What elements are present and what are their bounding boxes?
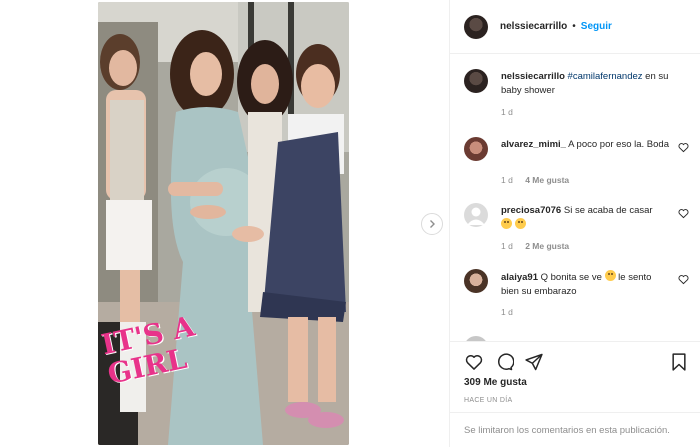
caption-username[interactable]: nelssiecarrillo xyxy=(501,71,565,82)
default-avatar-icon xyxy=(467,207,485,225)
action-icons xyxy=(464,352,689,372)
comment-item: alaiya91 Q bonita se ve le sento bien su… xyxy=(464,269,689,329)
caption-time: 1 d xyxy=(501,107,513,117)
comment-text: preciosa7076 Si se acaba de casar xyxy=(501,204,671,233)
star-eyes-emoji-icon xyxy=(604,270,616,281)
caption-hashtag[interactable]: #camilafernandez xyxy=(568,71,643,82)
like-comment-heart-icon[interactable] xyxy=(678,208,689,219)
like-comment-heart-icon[interactable] xyxy=(678,142,689,153)
caption-text: nelssiecarrillo #camilafernandez en su b… xyxy=(501,70,671,98)
post-photo[interactable]: IT'S A GIRL xyxy=(98,2,349,445)
next-photo-button[interactable] xyxy=(421,213,443,235)
comment-text: alaiya91 Q bonita se ve le sento bien su… xyxy=(501,270,671,299)
comment-meta: 1 d 4 Me gusta xyxy=(501,175,579,185)
avatar[interactable] xyxy=(464,69,488,93)
comment-time: 1 d xyxy=(501,307,513,317)
paper-plane-icon[interactable] xyxy=(524,352,544,372)
comment-body: Q bonita se ve xyxy=(540,272,602,283)
chevron-right-icon xyxy=(430,220,435,228)
comment-time: 1 d xyxy=(501,241,513,251)
post-header: nelssiecarrillo • Seguir xyxy=(450,0,700,54)
caption-item: nelssiecarrillo #camilafernandez en su b… xyxy=(464,69,689,125)
follow-button[interactable]: Seguir xyxy=(581,21,612,32)
actions-bar: 309 Me gusta HACE UN DÍA Se limitaron lo… xyxy=(450,341,700,447)
header-username[interactable]: nelssiecarrillo xyxy=(500,21,567,32)
comment-meta: 1 d 2 Me gusta xyxy=(501,241,579,251)
comment-username[interactable]: alaiya91 xyxy=(501,272,538,283)
avatar[interactable] xyxy=(464,203,488,227)
comment-text: alvarez_mimi_ A poco por eso la. Boda xyxy=(501,138,671,152)
comment-body: Si se acaba de casar xyxy=(563,205,653,216)
media-area: IT'S A GIRL xyxy=(0,0,449,447)
avatar[interactable] xyxy=(464,14,488,39)
posted-time[interactable]: HACE UN DÍA xyxy=(464,397,512,404)
thinking-emoji-icon xyxy=(514,218,526,229)
comment-item: alvarez_mimi_ A poco por eso la. Boda 1 … xyxy=(464,137,689,193)
heart-icon[interactable] xyxy=(464,352,484,372)
avatar[interactable] xyxy=(464,269,488,293)
separator-dot: • xyxy=(572,21,576,32)
comment-username[interactable]: alvarez_mimi_ xyxy=(501,139,566,150)
comments-closed-notice: Se limitaron los comentarios en esta pub… xyxy=(450,412,700,447)
comment-meta: 1 d xyxy=(501,307,523,317)
comments-list[interactable]: nelssiecarrillo #camilafernandez en su b… xyxy=(450,55,700,341)
avatar[interactable] xyxy=(464,137,488,161)
comment-likes[interactable]: 4 Me gusta xyxy=(525,175,569,185)
post-sidebar: nelssiecarrillo • Seguir nelssiecarrillo… xyxy=(449,0,700,447)
thinking-emoji-icon xyxy=(501,218,512,229)
instagram-post-window: IT'S A GIRL nelssiecarrillo • Seguir nel… xyxy=(0,0,700,447)
comment-username[interactable]: preciosa7076 xyxy=(501,205,561,216)
likes-count[interactable]: 309 Me gusta xyxy=(464,377,527,388)
comment-item: preciosa7076 Si se acaba de casar 1 d 2 … xyxy=(464,203,689,259)
bookmark-icon[interactable] xyxy=(669,352,689,372)
comment-likes[interactable]: 2 Me gusta xyxy=(525,241,569,251)
caption-meta: 1 d xyxy=(501,107,523,117)
comment-icon[interactable] xyxy=(494,352,514,372)
comment-time: 1 d xyxy=(501,175,513,185)
comment-body: A poco por eso la. Boda xyxy=(568,139,669,150)
like-comment-heart-icon[interactable] xyxy=(678,274,689,285)
